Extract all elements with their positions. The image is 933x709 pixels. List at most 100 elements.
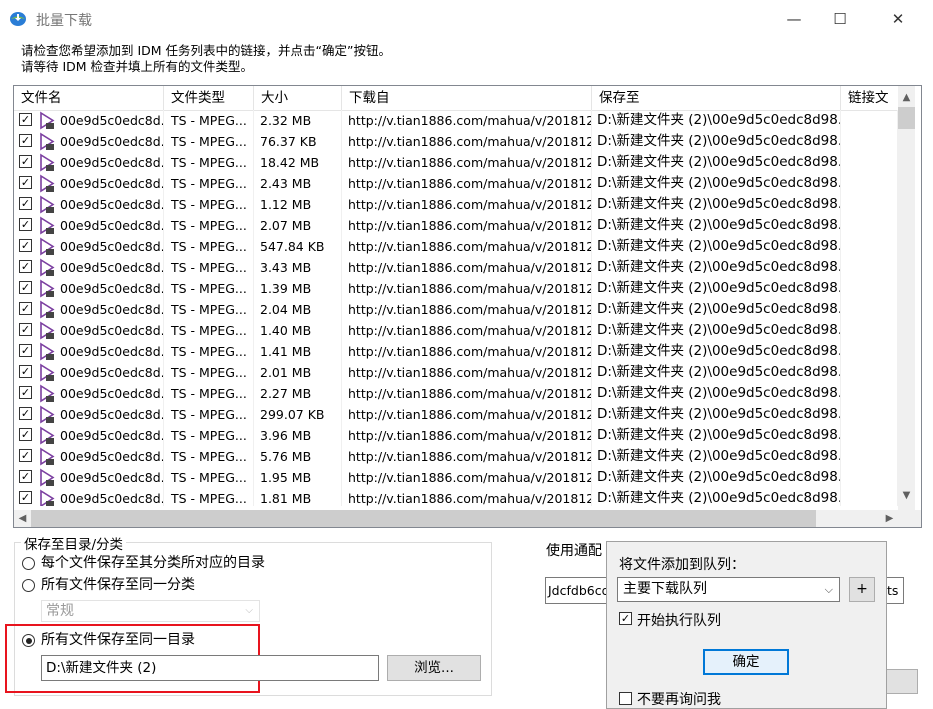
- row-checkbox-cell: ✓: [14, 488, 38, 506]
- row-checkbox[interactable]: ✓: [19, 491, 32, 504]
- table-row[interactable]: ✓ 00e9d5c0edc8d... TS - MPEG... 2.04 MB http…: [14, 299, 898, 320]
- table-row[interactable]: ✓ 00e9d5c0edc8d... TS - MPEG... 1.12 MB http…: [14, 194, 898, 215]
- table-row[interactable]: ✓ 00e9d5c0edc8d... TS - MPEG... 2.32 MB http…: [14, 110, 898, 131]
- cell-link: [841, 215, 898, 236]
- column-header-link[interactable]: 链接文: [841, 86, 901, 110]
- column-header-source[interactable]: 下载自: [342, 86, 592, 110]
- table-row[interactable]: ✓ 00e9d5c0edc8d... TS - MPEG... 299.07 KB ht…: [14, 404, 898, 425]
- check-icon: ✓: [20, 281, 31, 294]
- row-checkbox[interactable]: ✓: [19, 155, 32, 168]
- check-icon: ✓: [20, 407, 31, 420]
- row-checkbox[interactable]: ✓: [19, 218, 32, 231]
- row-checkbox[interactable]: ✓: [19, 407, 32, 420]
- row-checkbox[interactable]: ✓: [19, 113, 32, 126]
- row-checkbox[interactable]: ✓: [19, 281, 32, 294]
- browse-button[interactable]: 浏览...: [387, 655, 481, 681]
- cell-source-url: http://v.tian1886.com/mahua/v/201812...: [342, 446, 592, 467]
- maximize-button[interactable]: ☐: [817, 0, 863, 38]
- cell-source-url: http://v.tian1886.com/mahua/v/201812...: [342, 131, 592, 152]
- row-checkbox[interactable]: ✓: [19, 428, 32, 441]
- row-checkbox[interactable]: ✓: [19, 302, 32, 315]
- minimize-button[interactable]: —: [771, 0, 817, 38]
- row-checkbox[interactable]: ✓: [19, 239, 32, 252]
- cell-filetype: TS - MPEG...: [164, 383, 254, 404]
- start-queue-label[interactable]: 开始执行队列: [637, 610, 721, 630]
- row-checkbox[interactable]: ✓: [19, 176, 32, 189]
- cell-filetype: TS - MPEG...: [164, 341, 254, 362]
- radio-save-same-directory[interactable]: [22, 634, 35, 647]
- directory-path-input[interactable]: D:\新建文件夹 (2): [41, 655, 379, 681]
- table-row[interactable]: ✓ 00e9d5c0edc8d... TS - MPEG... 3.96 MB http…: [14, 425, 898, 446]
- table-row[interactable]: ✓ 00e9d5c0edc8d... TS - MPEG... 2.01 MB http…: [14, 362, 898, 383]
- horizontal-scroll-thumb[interactable]: [31, 510, 816, 527]
- row-checkbox-cell: ✓: [14, 236, 38, 257]
- start-queue-checkbox[interactable]: ✓: [619, 612, 632, 625]
- cell-filename: 00e9d5c0edc8d...: [60, 257, 164, 278]
- row-checkbox-cell: ✓: [14, 278, 38, 299]
- scroll-left-icon[interactable]: ◀: [14, 510, 31, 527]
- radio-save-same-category[interactable]: [22, 579, 35, 592]
- ok-button[interactable]: 确定: [703, 649, 789, 675]
- cell-filename: 00e9d5c0edc8d...: [60, 383, 164, 404]
- row-checkbox[interactable]: ✓: [19, 344, 32, 357]
- radio-save-same-category-label[interactable]: 所有文件保存至同一分类: [41, 577, 195, 593]
- radio-save-per-category-label[interactable]: 每个文件保存至其分类所对应的目录: [41, 555, 265, 571]
- row-checkbox[interactable]: ✓: [19, 260, 32, 273]
- category-select: 常规 ⌵: [41, 600, 260, 622]
- radio-save-per-category[interactable]: [22, 557, 35, 570]
- close-button[interactable]: ✕: [863, 0, 933, 38]
- row-checkbox[interactable]: ✓: [19, 197, 32, 210]
- column-header-filename[interactable]: 文件名: [14, 86, 164, 110]
- list-rows: ✓ 00e9d5c0edc8d... TS - MPEG... 2.32 MB http…: [14, 110, 898, 506]
- table-row[interactable]: ✓ 00e9d5c0edc8d... TS - MPEG... 1.81 MB http…: [14, 488, 898, 506]
- add-queue-button[interactable]: +: [849, 577, 875, 602]
- cell-size: 2.27 MB: [254, 383, 342, 404]
- scroll-up-icon[interactable]: ▲: [898, 89, 915, 106]
- table-row[interactable]: ✓ 00e9d5c0edc8d... TS - MPEG... 76.37 KB htt…: [14, 131, 898, 152]
- check-icon: ✓: [20, 323, 31, 336]
- queue-select[interactable]: 主要下载队列 ⌵: [617, 577, 840, 602]
- row-checkbox[interactable]: ✓: [19, 470, 32, 483]
- cell-filetype: TS - MPEG...: [164, 446, 254, 467]
- video-file-icon: [40, 426, 55, 445]
- table-row[interactable]: ✓ 00e9d5c0edc8d... TS - MPEG... 1.95 MB http…: [14, 467, 898, 488]
- table-row[interactable]: ✓ 00e9d5c0edc8d... TS - MPEG... 1.41 MB http…: [14, 341, 898, 362]
- vertical-scroll-thumb[interactable]: [898, 107, 915, 129]
- cell-save-path: D:\新建文件夹 (2)\00e9d5c0edc8d98...: [592, 299, 841, 320]
- video-file-icon: [40, 237, 55, 256]
- cell-size: 3.43 MB: [254, 257, 342, 278]
- row-checkbox[interactable]: ✓: [19, 386, 32, 399]
- table-row[interactable]: ✓ 00e9d5c0edc8d... TS - MPEG... 1.39 MB http…: [14, 278, 898, 299]
- row-checkbox[interactable]: ✓: [19, 323, 32, 336]
- table-row[interactable]: ✓ 00e9d5c0edc8d... TS - MPEG... 547.84 KB ht…: [14, 236, 898, 257]
- cell-link: [841, 236, 898, 257]
- table-row[interactable]: ✓ 00e9d5c0edc8d... TS - MPEG... 1.40 MB http…: [14, 320, 898, 341]
- check-icon: ✓: [20, 197, 31, 210]
- check-icon: ✓: [20, 239, 31, 252]
- instruction-line-1: 请检查您希望添加到 IDM 任务列表中的链接，并点击“确定”按钮。: [21, 43, 391, 58]
- table-row[interactable]: ✓ 00e9d5c0edc8d... TS - MPEG... 2.43 MB http…: [14, 173, 898, 194]
- video-file-icon: [40, 153, 55, 172]
- table-row[interactable]: ✓ 00e9d5c0edc8d... TS - MPEG... 18.42 MB htt…: [14, 152, 898, 173]
- file-list[interactable]: 文件名 文件类型 大小 下载自 保存至 链接文 ✓ 00e9d5c0edc8d..…: [13, 85, 922, 528]
- table-row[interactable]: ✓ 00e9d5c0edc8d... TS - MPEG... 3.43 MB http…: [14, 257, 898, 278]
- dont-ask-checkbox[interactable]: [619, 692, 632, 705]
- scroll-down-icon[interactable]: ▼: [898, 487, 915, 504]
- table-row[interactable]: ✓ 00e9d5c0edc8d... TS - MPEG... 2.27 MB http…: [14, 383, 898, 404]
- hidden-button[interactable]: [887, 669, 918, 694]
- cell-filename: 00e9d5c0edc8d...: [60, 320, 164, 341]
- row-checkbox[interactable]: ✓: [19, 365, 32, 378]
- wildcard-input[interactable]: Jdcfdb6cd: [545, 577, 607, 604]
- scroll-right-icon[interactable]: ▶: [881, 510, 898, 527]
- table-row[interactable]: ✓ 00e9d5c0edc8d... TS - MPEG... 5.76 MB http…: [14, 446, 898, 467]
- radio-save-same-directory-label[interactable]: 所有文件保存至同一目录: [41, 632, 195, 648]
- row-checkbox[interactable]: ✓: [19, 449, 32, 462]
- column-header-size[interactable]: 大小: [254, 86, 342, 110]
- row-checkbox[interactable]: ✓: [19, 134, 32, 147]
- wildcard-input-end[interactable]: ts: [887, 577, 904, 604]
- vertical-scrollbar[interactable]: [898, 86, 915, 510]
- table-row[interactable]: ✓ 00e9d5c0edc8d... TS - MPEG... 2.07 MB http…: [14, 215, 898, 236]
- column-header-saveto[interactable]: 保存至: [592, 86, 841, 110]
- column-header-filetype[interactable]: 文件类型: [164, 86, 254, 110]
- dont-ask-label[interactable]: 不要再询问我: [637, 689, 721, 709]
